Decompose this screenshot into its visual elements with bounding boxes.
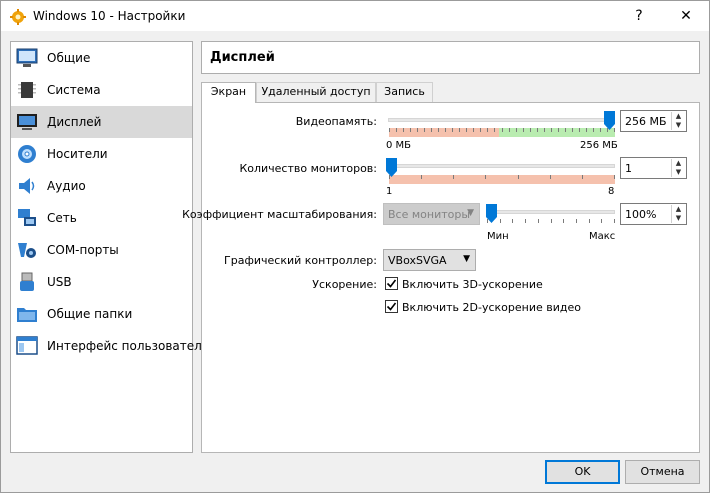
monitor-count-value: 1 xyxy=(625,162,632,175)
tab-remote-display[interactable]: Удаленный доступ xyxy=(256,82,376,102)
help-button[interactable]: ? xyxy=(616,1,662,31)
tab-screen[interactable]: Экран xyxy=(201,82,256,103)
scale-factor-ticks xyxy=(487,219,615,223)
chevron-down-icon: ▼ xyxy=(467,208,474,218)
page-title: Дисплей xyxy=(210,50,275,65)
sidebar-item-shared-folders[interactable]: Общие папки xyxy=(11,298,192,330)
scale-factor-label: Коэффициент масштабирования: xyxy=(182,208,377,221)
scale-factor-max-label: Макс xyxy=(589,231,616,242)
user-interface-icon xyxy=(16,335,38,357)
section-header: Дисплей xyxy=(201,41,700,74)
acceleration-label: Ускорение: xyxy=(312,278,377,291)
storage-icon xyxy=(16,143,38,165)
enable-3d-checkbox[interactable] xyxy=(385,277,398,290)
sidebar-item-label: Интерфейс пользователя xyxy=(47,339,210,353)
window-title: Windows 10 - Настройки xyxy=(33,9,186,23)
scale-factor-slider-track[interactable] xyxy=(486,210,615,214)
sidebar-item-label: Дисплей xyxy=(47,115,102,129)
video-memory-spinbox[interactable]: 256 МБ ▲ ▼ xyxy=(620,110,687,132)
serial-ports-icon xyxy=(16,239,38,261)
checkmark-icon xyxy=(386,279,397,288)
ok-button[interactable]: OK xyxy=(545,460,620,484)
scale-monitor-combo-value: Все мониторы xyxy=(388,208,471,221)
close-button[interactable]: ✕ xyxy=(663,1,709,31)
display-icon xyxy=(16,111,38,133)
monitor-count-range-bar xyxy=(389,175,615,184)
enable-2d-label[interactable]: Включить 2D-ускорение видео xyxy=(402,301,581,314)
sidebar-item-system[interactable]: Система xyxy=(11,74,192,106)
scale-factor-spin-arrows[interactable]: ▲ ▼ xyxy=(671,205,685,223)
sidebar-item-label: USB xyxy=(47,275,72,289)
monitor-count-max-label: 8 xyxy=(608,186,615,197)
sidebar-item-storage[interactable]: Носители xyxy=(11,138,192,170)
sidebar-item-usb[interactable]: USB xyxy=(11,266,192,298)
shared-folders-icon xyxy=(16,303,38,325)
cancel-button[interactable]: Отмена xyxy=(625,460,700,484)
audio-icon xyxy=(16,175,38,197)
enable-2d-checkbox[interactable] xyxy=(385,300,398,313)
video-memory-slider-handle[interactable] xyxy=(604,111,615,130)
video-memory-slider-track[interactable] xyxy=(388,118,615,122)
scale-factor-spinbox[interactable]: 100% ▲ ▼ xyxy=(620,203,687,225)
video-memory-value: 256 МБ xyxy=(625,115,667,128)
sidebar-item-display[interactable]: Дисплей xyxy=(11,106,192,138)
monitor-count-slider-handle[interactable] xyxy=(386,158,397,177)
sidebar-item-label: Система xyxy=(47,83,101,97)
general-icon xyxy=(16,47,38,69)
sidebar-item-label: Сеть xyxy=(47,211,77,225)
sidebar-item-general[interactable]: Общие xyxy=(11,42,192,74)
chevron-down-icon: ▼ xyxy=(463,254,470,264)
video-memory-spin-arrows[interactable]: ▲ ▼ xyxy=(671,112,685,130)
sidebar-item-label: COM-порты xyxy=(47,243,119,257)
usb-icon xyxy=(16,271,38,293)
sidebar-item-label: Общие xyxy=(47,51,91,65)
monitor-count-spinbox[interactable]: 1 ▲ ▼ xyxy=(620,157,687,179)
scale-factor-value: 100% xyxy=(625,208,657,221)
virtualbox-gear-icon xyxy=(10,9,26,25)
title-bar[interactable]: Windows 10 - Настройки ? ✕ xyxy=(0,0,710,31)
video-memory-max-label: 256 МБ xyxy=(580,140,618,151)
video-memory-range-bar xyxy=(389,128,615,137)
monitor-count-slider-track[interactable] xyxy=(388,164,615,168)
monitor-count-spin-arrows[interactable]: ▲ ▼ xyxy=(671,159,685,177)
sidebar-item-label: Аудио xyxy=(47,179,86,193)
monitor-count-label: Количество мониторов: xyxy=(239,162,377,175)
monitor-count-min-label: 1 xyxy=(386,186,393,197)
tab-recording[interactable]: Запись xyxy=(376,82,433,102)
sidebar-item-network[interactable]: Сеть xyxy=(11,202,192,234)
enable-3d-label[interactable]: Включить 3D-ускорение xyxy=(402,278,543,291)
sidebar-item-user-interface[interactable]: Интерфейс пользователя xyxy=(11,330,209,362)
system-icon xyxy=(16,79,38,101)
network-icon xyxy=(16,207,38,229)
graphics-controller-label: Графический контроллер: xyxy=(224,254,377,267)
video-memory-label: Видеопамять: xyxy=(295,115,377,128)
settings-sidebar: Общие Система Дисплей Носители Аудио Сет… xyxy=(10,41,209,453)
sidebar-item-audio[interactable]: Аудио xyxy=(11,170,192,202)
sidebar-item-label: Носители xyxy=(47,147,108,161)
graphics-controller-value: VBoxSVGA xyxy=(388,254,447,267)
video-memory-min-label: 0 МБ xyxy=(386,140,412,151)
sidebar-item-label: Общие папки xyxy=(47,307,133,321)
graphics-controller-combo[interactable]: VBoxSVGA ▼ xyxy=(383,249,476,271)
checkmark-icon xyxy=(386,302,397,311)
sidebar-item-serial-ports[interactable]: COM-порты xyxy=(11,234,192,266)
scale-monitor-combo[interactable]: Все мониторы ▼ xyxy=(383,203,480,225)
scale-factor-slider-handle[interactable] xyxy=(486,204,497,223)
scale-factor-min-label: Мин xyxy=(487,231,509,242)
